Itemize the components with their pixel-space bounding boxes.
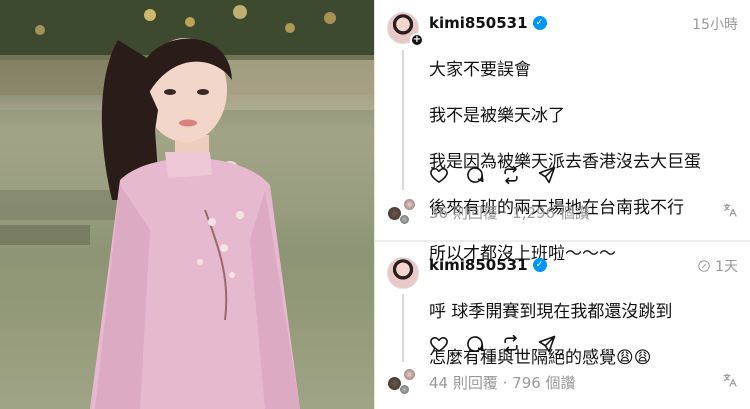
- post-line: 我不是被樂天冰了: [429, 106, 565, 126]
- replies-summary[interactable]: 44 則回覆 · 796 個讚: [387, 368, 738, 396]
- reply-stats[interactable]: 36 則回覆 · 1,296 個讚: [429, 202, 590, 223]
- replies-summary[interactable]: 36 則回覆 · 1,296 個讚: [387, 198, 738, 226]
- heart-icon[interactable]: [429, 165, 449, 185]
- translate-icon[interactable]: [722, 202, 738, 218]
- reply-stats[interactable]: 44 則回覆 · 796 個讚: [429, 372, 576, 393]
- repost-icon[interactable]: [501, 334, 521, 354]
- reply-avatar: [399, 384, 410, 395]
- send-icon[interactable]: [537, 165, 557, 185]
- username-text[interactable]: kimi850531: [429, 14, 528, 32]
- translate-icon[interactable]: [722, 372, 738, 388]
- username-text[interactable]: kimi850531: [429, 256, 528, 274]
- reply-avatars: [387, 368, 419, 396]
- comment-icon[interactable]: [465, 334, 485, 354]
- send-icon[interactable]: [537, 334, 557, 354]
- thread-line: [402, 50, 404, 190]
- thread-line: [402, 294, 404, 362]
- profile-photo: [0, 0, 374, 409]
- action-bar: [429, 165, 557, 185]
- heart-icon[interactable]: [429, 334, 449, 354]
- reply-avatar: [403, 198, 416, 211]
- reply-avatar: [403, 368, 416, 381]
- timestamp-text: 1天: [715, 259, 738, 275]
- timestamp: 1天: [697, 256, 738, 276]
- repost-icon[interactable]: [501, 165, 521, 185]
- comment-icon[interactable]: [465, 165, 485, 185]
- reply-avatar: [399, 214, 410, 225]
- avatar[interactable]: [387, 257, 419, 289]
- timestamp: 15小時: [692, 14, 738, 34]
- portrait-illustration: [0, 0, 374, 409]
- verified-badge-icon: ✓: [532, 258, 547, 272]
- username[interactable]: kimi850531 ✓: [429, 256, 547, 274]
- thread-post[interactable]: kimi850531 ✓ 1天 呼 球季開賽到現在我都還沒跳到 怎麼有種與世隔絕…: [375, 244, 750, 409]
- edited-pencil-icon: [698, 260, 710, 272]
- action-bar: [429, 334, 557, 354]
- post-line: 呼 球季開賽到現在我都還沒跳到: [429, 302, 673, 322]
- username[interactable]: kimi850531 ✓: [429, 14, 547, 32]
- follow-plus-icon[interactable]: +: [410, 33, 424, 47]
- post-line: 大家不要誤會: [429, 60, 531, 80]
- post-separator: [375, 240, 750, 242]
- verified-badge-icon: ✓: [532, 16, 547, 30]
- reply-avatars: [387, 198, 419, 226]
- timestamp-text: 15小時: [692, 17, 738, 33]
- thread-post[interactable]: + kimi850531 ✓ 15小時 大家不要誤會 我不是被樂天冰了 我是因為…: [375, 0, 750, 264]
